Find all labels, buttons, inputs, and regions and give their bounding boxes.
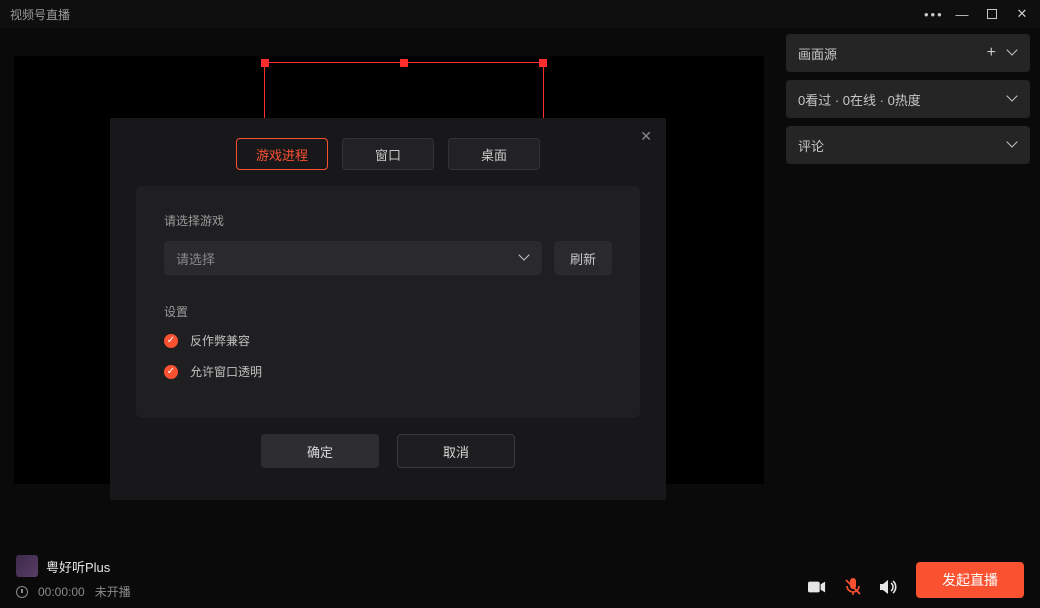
- option-anticheat[interactable]: ✓ 反作弊兼容: [164, 332, 612, 349]
- minimize-icon[interactable]: —: [954, 7, 970, 22]
- panel-stats[interactable]: 0看过 · 0在线 · 0热度: [786, 80, 1030, 118]
- game-select[interactable]: 请选择: [164, 241, 542, 275]
- resize-handle-tc[interactable]: [400, 59, 408, 67]
- settings-label: 设置: [164, 303, 612, 320]
- chevron-down-icon: [520, 253, 530, 263]
- panel-source-label: 画面源: [798, 44, 987, 63]
- checkbox-checked-icon: ✓: [164, 365, 178, 379]
- clock-icon: [16, 586, 28, 598]
- resize-handle-tr[interactable]: [539, 59, 547, 67]
- stream-time: 00:00:00: [38, 585, 85, 599]
- panel-stats-label: 0看过 · 0在线 · 0热度: [798, 90, 1008, 109]
- close-window-icon[interactable]: ✕: [1014, 6, 1030, 22]
- stream-status: 未开播: [95, 583, 131, 600]
- panel-comments-label: 评论: [798, 136, 1008, 155]
- start-stream-button[interactable]: 发起直播: [916, 562, 1024, 598]
- chevron-down-icon[interactable]: [1008, 48, 1018, 58]
- add-source-dialog: ✕ 游戏进程 窗口 桌面 请选择游戏 请选择 刷新 设置 ✓ 反作弊兼容 ✓ 允…: [110, 118, 666, 500]
- refresh-button[interactable]: 刷新: [554, 241, 612, 275]
- chevron-down-icon[interactable]: [1008, 94, 1018, 104]
- panel-source[interactable]: 画面源 +: [786, 34, 1030, 72]
- option-allow-transparent[interactable]: ✓ 允许窗口透明: [164, 363, 612, 380]
- tab-window[interactable]: 窗口: [342, 138, 434, 170]
- close-dialog-icon[interactable]: ✕: [640, 128, 652, 145]
- add-source-icon[interactable]: +: [987, 45, 996, 61]
- cancel-button[interactable]: 取消: [397, 434, 515, 468]
- avatar: [16, 555, 38, 577]
- ok-button[interactable]: 确定: [261, 434, 379, 468]
- tab-game-process[interactable]: 游戏进程: [236, 138, 328, 170]
- speaker-icon[interactable]: [880, 578, 898, 596]
- maximize-icon[interactable]: [984, 7, 1000, 22]
- username: 粤好听Plus: [46, 557, 110, 576]
- more-icon[interactable]: •••: [924, 7, 940, 22]
- window-title: 视频号直播: [10, 6, 70, 23]
- camera-icon[interactable]: [808, 578, 826, 596]
- resize-handle-tl[interactable]: [261, 59, 269, 67]
- chevron-down-icon[interactable]: [1008, 140, 1018, 150]
- game-select-placeholder: 请选择: [176, 249, 215, 268]
- tab-desktop[interactable]: 桌面: [448, 138, 540, 170]
- mic-muted-icon[interactable]: [844, 578, 862, 596]
- panel-comments[interactable]: 评论: [786, 126, 1030, 164]
- select-game-label: 请选择游戏: [164, 212, 612, 229]
- checkbox-checked-icon: ✓: [164, 334, 178, 348]
